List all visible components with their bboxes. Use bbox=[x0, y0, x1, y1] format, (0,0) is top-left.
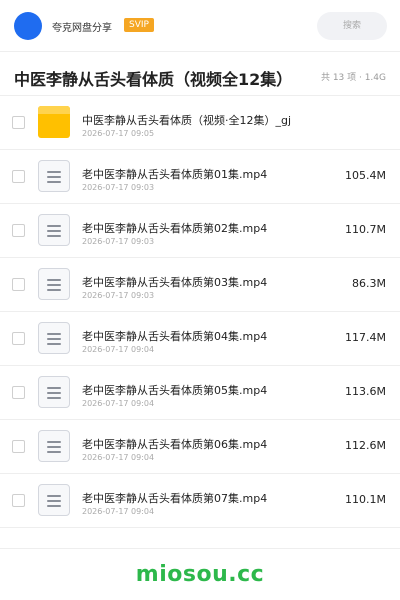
select-checkbox[interactable] bbox=[12, 116, 25, 129]
file-size: 112.6M bbox=[345, 439, 386, 452]
avatar[interactable] bbox=[14, 12, 42, 40]
file-date: 2026-07-17 09:04 bbox=[82, 507, 155, 516]
file-name: 老中医李静从舌头看体质第06集.mp4 bbox=[82, 438, 268, 451]
file-name: 老中医李静从舌头看体质第04集.mp4 bbox=[82, 330, 268, 343]
watermark: miosou.cc bbox=[135, 562, 265, 587]
list-item[interactable]: 老中医李静从舌头看体质第06集.mp4 2026-07-17 09:04 112… bbox=[0, 420, 400, 474]
file-icon bbox=[38, 430, 70, 462]
file-name: 老中医李静从舌头看体质第01集.mp4 bbox=[82, 168, 268, 181]
file-size: 105.4M bbox=[345, 169, 386, 182]
file-date: 2026-07-17 09:04 bbox=[82, 345, 155, 354]
search-input[interactable]: 搜索 bbox=[317, 12, 387, 40]
file-icon bbox=[38, 268, 70, 300]
list-item[interactable]: 老中医李静从舌头看体质第05集.mp4 2026-07-17 09:04 113… bbox=[0, 366, 400, 420]
file-name: 中医李静从舌头看体质（视频·全12集）_gj bbox=[82, 114, 292, 127]
select-checkbox[interactable] bbox=[12, 332, 25, 345]
list-item[interactable]: 老中医李静从舌头看体质第07集.mp4 2026-07-17 09:04 110… bbox=[0, 474, 400, 528]
file-icon bbox=[38, 214, 70, 246]
file-name: 老中医李静从舌头看体质第07集.mp4 bbox=[82, 492, 268, 505]
top-bar: 夸克网盘分享 SVIP 搜索 bbox=[0, 0, 400, 52]
list-item[interactable]: 老中医李静从舌头看体质第01集.mp4 2026-07-17 09:03 105… bbox=[0, 150, 400, 204]
file-icon bbox=[38, 484, 70, 516]
file-size: 113.6M bbox=[345, 385, 386, 398]
list-item[interactable]: 中医李静从舌头看体质（视频·全12集）_gj 2026-07-17 09:05 bbox=[0, 96, 400, 150]
page-title: 中医李静从舌头看体质（视频全12集） bbox=[14, 70, 293, 89]
select-checkbox[interactable] bbox=[12, 494, 25, 507]
file-date: 2026-07-17 09:04 bbox=[82, 399, 155, 408]
file-date: 2026-07-17 09:03 bbox=[82, 237, 155, 246]
title-row: 中医李静从舌头看体质（视频全12集） 共 13 项 · 1.4G bbox=[0, 52, 400, 96]
svip-badge: SVIP bbox=[124, 18, 154, 32]
file-size: 110.7M bbox=[345, 223, 386, 236]
file-date: 2026-07-17 09:03 bbox=[82, 183, 155, 192]
brand-name: 夸克网盘分享 bbox=[52, 23, 112, 34]
file-date: 2026-07-17 09:04 bbox=[82, 453, 155, 462]
list-item[interactable]: 老中医李静从舌头看体质第03集.mp4 2026-07-17 09:03 86.… bbox=[0, 258, 400, 312]
file-date: 2026-07-17 09:03 bbox=[82, 291, 155, 300]
file-name: 老中医李静从舌头看体质第03集.mp4 bbox=[82, 276, 268, 289]
footer-divider bbox=[0, 548, 400, 549]
folder-icon bbox=[38, 106, 70, 138]
select-checkbox[interactable] bbox=[12, 170, 25, 183]
select-checkbox[interactable] bbox=[12, 386, 25, 399]
file-name: 老中医李静从舌头看体质第02集.mp4 bbox=[82, 222, 268, 235]
select-checkbox[interactable] bbox=[12, 224, 25, 237]
file-size: 110.1M bbox=[345, 493, 386, 506]
file-icon bbox=[38, 160, 70, 192]
file-date: 2026-07-17 09:05 bbox=[82, 129, 155, 138]
list-item[interactable]: 老中医李静从舌头看体质第02集.mp4 2026-07-17 09:03 110… bbox=[0, 204, 400, 258]
file-icon bbox=[38, 322, 70, 354]
select-checkbox[interactable] bbox=[12, 440, 25, 453]
file-name: 老中医李静从舌头看体质第05集.mp4 bbox=[82, 384, 268, 397]
share-meta: 共 13 项 · 1.4G bbox=[320, 73, 386, 83]
file-size: 117.4M bbox=[345, 331, 386, 344]
list-item[interactable]: 老中医李静从舌头看体质第04集.mp4 2026-07-17 09:04 117… bbox=[0, 312, 400, 366]
select-checkbox[interactable] bbox=[12, 278, 25, 291]
file-list: 中医李静从舌头看体质（视频·全12集）_gj 2026-07-17 09:05 … bbox=[0, 96, 400, 528]
file-icon bbox=[38, 376, 70, 408]
file-size: 86.3M bbox=[352, 277, 386, 290]
